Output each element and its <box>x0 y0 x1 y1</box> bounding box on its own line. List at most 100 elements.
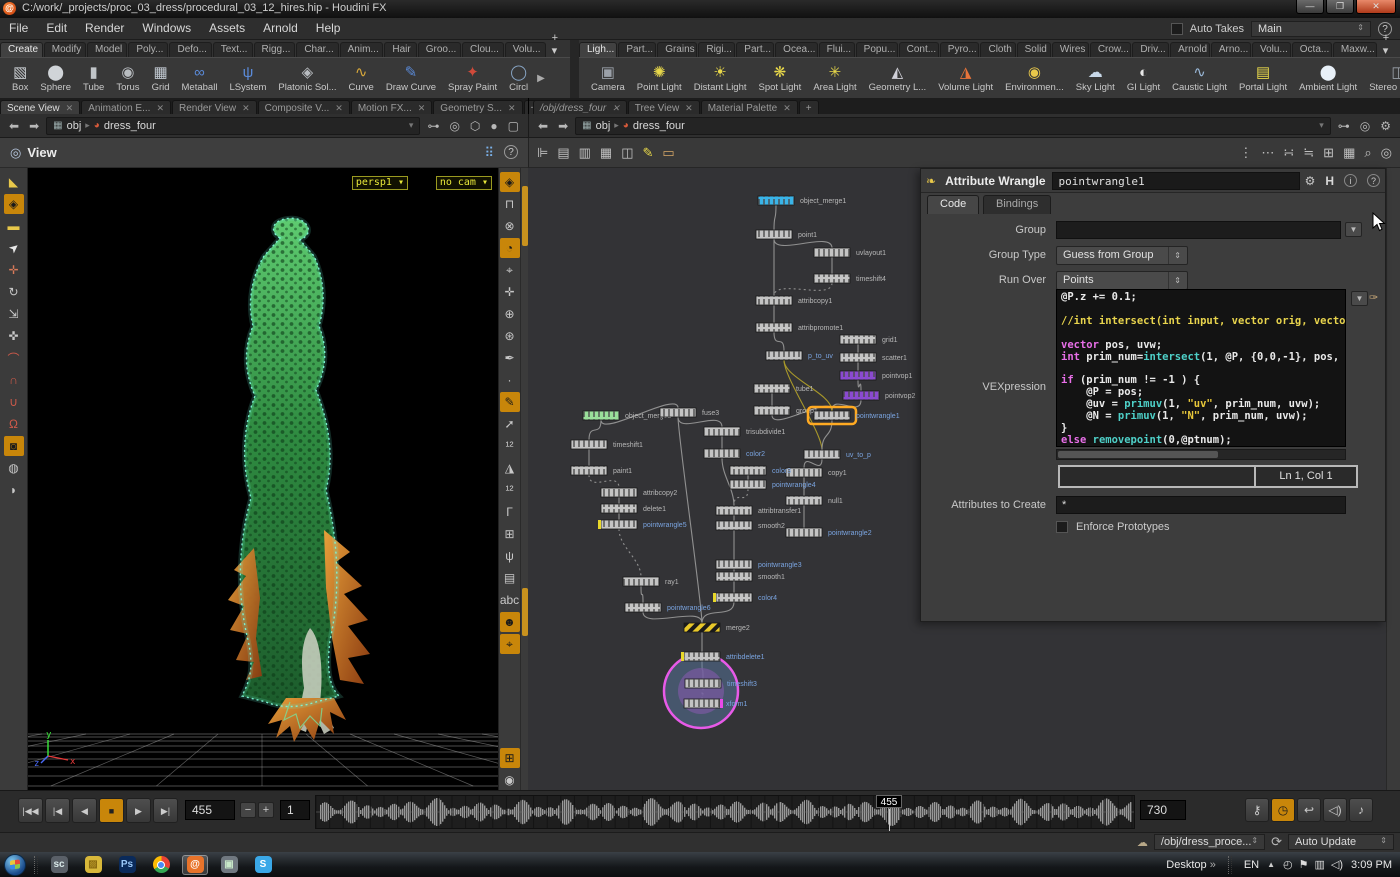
breadcrumb-segment[interactable]: obj <box>596 120 611 132</box>
close-tab-icon[interactable]: ✕ <box>508 103 516 114</box>
shelf-tab-driv[interactable]: Driv... <box>1132 42 1169 57</box>
open-editor-icon[interactable]: ✑ <box>1369 291 1378 304</box>
net-toolbar-icon-5[interactable]: ✎ <box>643 145 654 160</box>
scene-viewport[interactable]: y x z ◣◈▬➤✛↻⇲✜⌒∩∪Ω◙◍◗ ◈⊓⊗◔⌖✛⊕⊛✒·✎➚¹²◮¹²Γ… <box>0 168 528 790</box>
update-mode-select[interactable]: Auto Update⇕ <box>1288 834 1394 850</box>
shelf-tab-rigg[interactable]: Rigg... <box>254 42 296 57</box>
pane-tab-geometry-s[interactable]: Geometry S...✕ <box>433 100 522 114</box>
forward-icon[interactable]: ➡ <box>26 119 42 133</box>
tray-icon-3[interactable]: ◁) <box>1331 858 1343 871</box>
shelf-tab-volu[interactable]: Volu... <box>1252 42 1291 57</box>
node-pointvop1[interactable]: pointvop1 <box>840 371 912 380</box>
display-tool-21[interactable]: ⌖ <box>500 634 520 654</box>
playbar-notes-button[interactable]: ♪ <box>1349 798 1373 822</box>
target-icon[interactable]: ◎ <box>1357 119 1373 133</box>
taskbar-app-chrome[interactable] <box>148 855 174 875</box>
no-cam-badge[interactable]: no cam ▾ <box>436 176 492 190</box>
clock[interactable]: 3:09 PM <box>1351 859 1392 871</box>
breadcrumb-segment[interactable]: obj <box>67 120 82 132</box>
taskbar-app-houdini[interactable]: @ <box>182 855 208 875</box>
breadcrumb[interactable]: ▦obj▸◕dress_four▾ <box>575 117 1331 135</box>
target-icon[interactable]: ◎ <box>446 119 462 133</box>
net-toolbar-right-icon-4[interactable]: ⊞ <box>1323 145 1334 161</box>
shelf-tool-spot-light[interactable]: ❋Spot Light <box>753 64 808 93</box>
close-tab-icon[interactable]: ✕ <box>242 103 250 114</box>
shelf-tool-sphere[interactable]: ⬤Sphere <box>34 64 77 93</box>
display-tool-20[interactable]: ☻ <box>500 612 520 632</box>
shelf-tool-geometry-l[interactable]: ◭Geometry L... <box>863 64 933 93</box>
shelf-tool-spray-paint[interactable]: ✦Spray Paint <box>442 64 503 93</box>
shelf-tool-tube[interactable]: ▮Tube <box>77 64 110 93</box>
group-type-select[interactable]: Guess from Group⇕ <box>1056 246 1188 265</box>
forward-icon[interactable]: ➡ <box>555 119 571 133</box>
node-uv_to_p[interactable]: uv_to_p <box>804 450 871 459</box>
node-pointwrangle4[interactable]: pointwrangle4 <box>730 480 816 489</box>
node-uvlayout1[interactable]: uvlayout1 <box>814 248 886 257</box>
view-tool-3[interactable]: ➤ <box>0 234 28 262</box>
shelf-tab-cont[interactable]: Cont... <box>899 42 939 57</box>
taskbar-app-photoshop[interactable]: Ps <box>114 855 140 875</box>
display-tool-10[interactable]: ✎ <box>500 392 520 412</box>
view-tool-2[interactable]: ▬ <box>4 216 24 236</box>
net-toolbar-right-icon-1[interactable]: ⋯ <box>1261 145 1274 161</box>
shelf-tool-curve[interactable]: ∿Curve <box>343 64 380 93</box>
node-pointvop2[interactable]: pointvop2 <box>843 391 915 400</box>
shelf-tool-environmen[interactable]: ◉Environmen... <box>999 64 1070 93</box>
node-smooth1[interactable]: smooth1 <box>716 572 785 581</box>
node-grid1[interactable]: grid1 <box>840 335 898 344</box>
node-attribtransfer1[interactable]: attribtransfer1 <box>716 506 801 515</box>
frame-increment-button[interactable]: + <box>258 802 274 818</box>
shelf-tab-create[interactable]: Create <box>0 42 43 57</box>
shelf-tab-volu[interactable]: Volu... <box>505 42 546 57</box>
display-tool-0[interactable]: ◈ <box>500 172 520 192</box>
breadcrumb[interactable]: ▦obj▸◕dress_four▾ <box>46 117 420 135</box>
view-tool-4[interactable]: ✛ <box>4 260 24 280</box>
tray-icon-0[interactable]: ◴ <box>1283 858 1293 871</box>
auto-takes-checkbox[interactable] <box>1171 23 1183 35</box>
net-toolbar-right-icon-2[interactable]: ∺ <box>1283 145 1294 161</box>
node-null1[interactable]: null1 <box>786 496 843 505</box>
playhead[interactable]: 455 <box>876 795 902 808</box>
net-toolbar-icon-2[interactable]: ▥ <box>579 145 591 160</box>
node-timeshift3[interactable]: timeshift3 <box>685 679 757 688</box>
tray-icon-2[interactable]: ▥ <box>1315 858 1325 871</box>
node-pointwrangle2[interactable]: pointwrangle2 <box>786 528 872 537</box>
display-tool-13[interactable]: ◮ <box>500 458 520 478</box>
display-tool-3[interactable]: ◔ <box>500 238 520 258</box>
node-delete1[interactable]: delete1 <box>601 504 666 513</box>
stow-bar[interactable] <box>520 168 528 790</box>
enforce-prototypes-checkbox[interactable] <box>1056 521 1068 533</box>
display-tool-4[interactable]: ⌖ <box>500 260 520 280</box>
pane-tab-composite-v[interactable]: Composite V...✕ <box>258 100 350 114</box>
breadcrumb-segment[interactable]: dress_four <box>633 120 685 132</box>
node-trisubdivide1[interactable]: trisubdivide1 <box>704 427 785 436</box>
view-tool-6[interactable]: ⇲ <box>4 304 24 324</box>
houdini-help-icon[interactable]: H <box>1325 174 1334 188</box>
display-tool-9[interactable]: · <box>500 370 520 390</box>
display-tool-7[interactable]: ⊛ <box>500 326 520 346</box>
menu-help[interactable]: Help <box>307 18 350 38</box>
taskbar-app-screen-app[interactable]: sc <box>46 855 72 875</box>
close-tab-icon[interactable]: ✕ <box>156 103 164 114</box>
minimize-button[interactable]: — <box>1296 0 1324 14</box>
display-tool-2[interactable]: ⊗ <box>500 216 520 236</box>
view-tool-7[interactable]: ✜ <box>4 326 24 346</box>
shelf-tab-arnold[interactable]: Arnold <box>1170 42 1210 57</box>
shelf-tab-hair[interactable]: Hair <box>384 42 416 57</box>
close-tab-icon[interactable]: ✕ <box>783 103 791 114</box>
new-pane-tab-button[interactable]: + <box>799 100 819 114</box>
shelf-tool-stereo-cam[interactable]: ◫Stereo Cam... <box>1363 64 1400 93</box>
context-path-select[interactable]: /obj/dress_proce...⇕ <box>1154 834 1265 850</box>
shelf-tool-lsystem[interactable]: ψLSystem <box>223 64 272 93</box>
shelf-tool-metaball[interactable]: ∞Metaball <box>176 64 224 93</box>
transport-prev-key[interactable]: |◀ <box>45 798 70 823</box>
node-paint1[interactable]: paint1 <box>571 466 632 475</box>
node-name-field[interactable]: pointwrangle1 <box>1052 172 1300 190</box>
view-tool-12[interactable]: ◙ <box>4 436 24 456</box>
display-tool-17[interactable]: ψ <box>500 546 520 566</box>
net-toolbar-right-icon-0[interactable]: ⋮ <box>1239 145 1252 161</box>
taskbar-app-remote-desktop[interactable]: ▣ <box>216 855 242 875</box>
pane-tab-motion-fx[interactable]: Motion FX...✕ <box>351 100 432 114</box>
shelf-tab-solid[interactable]: Solid <box>1017 42 1051 57</box>
view-tool-9[interactable]: ∩ <box>4 370 24 390</box>
